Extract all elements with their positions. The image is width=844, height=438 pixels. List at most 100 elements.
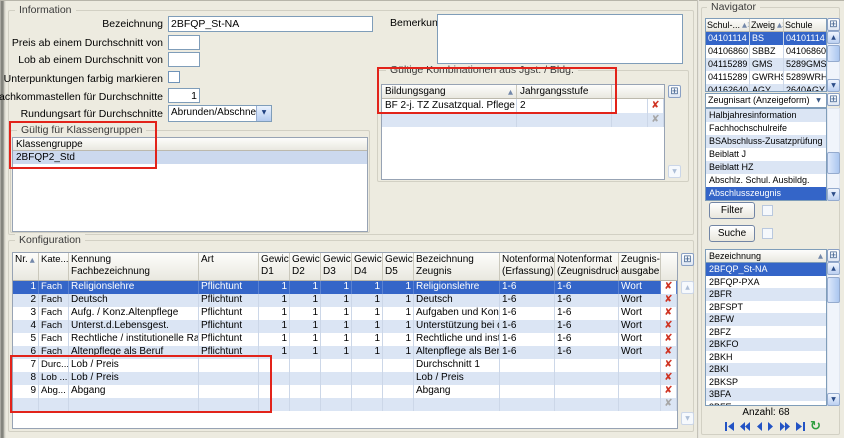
nav-fast-back-button[interactable] bbox=[739, 421, 751, 432]
column-header-notenformat-zeugnisdruck[interactable]: Notenformat(Zeugnisdruck) bbox=[555, 253, 619, 280]
nav-next-button[interactable] bbox=[767, 421, 775, 432]
list-item[interactable]: Beiblatt HZ bbox=[706, 161, 826, 174]
delete-row-icon[interactable]: ✘ bbox=[664, 359, 672, 370]
table-row[interactable]: ✘ bbox=[13, 398, 677, 411]
column-header-gewicht-d5[interactable]: GewichtD5 bbox=[383, 253, 414, 280]
table-row[interactable]: 4 Fach Unterst.d.Lebensgest. Pflichtunt … bbox=[13, 320, 677, 333]
column-header-schule[interactable]: Schule bbox=[784, 19, 826, 31]
delete-row-icon[interactable]: ✘ bbox=[651, 100, 659, 111]
scroll-up-icon[interactable]: ▲ bbox=[827, 31, 840, 44]
zeugnisart-combobox[interactable]: Zeugnisart (Anzeigeform) ▼ bbox=[705, 93, 827, 108]
list-item[interactable]: 3BFA bbox=[706, 388, 826, 401]
column-header-nr[interactable]: Nr.▲ bbox=[13, 253, 39, 280]
scrollbar-thumb[interactable] bbox=[827, 45, 840, 62]
schulen-row[interactable]: 04115289 GWRHS 5289WRHS bbox=[706, 71, 826, 84]
suche-button[interactable]: Suche bbox=[709, 225, 755, 242]
list-item[interactable]: 2BKSP bbox=[706, 376, 826, 389]
kombinationen-row[interactable]: ✘ bbox=[382, 113, 664, 127]
table-row[interactable]: 7 Durc... Lob / Preis Durchschnitt 1 ✘ bbox=[13, 359, 677, 372]
list-item[interactable]: 2BFQP_St-NA bbox=[706, 263, 826, 276]
schulen-row[interactable]: 04106860 SBBZ 04106860 bbox=[706, 45, 826, 58]
column-header-kategorie[interactable]: Kate... bbox=[39, 253, 69, 280]
column-header-bezeichnung-zeugnis[interactable]: BezeichnungZeugnis bbox=[414, 253, 500, 280]
delete-row-icon[interactable]: ✘ bbox=[664, 294, 672, 305]
delete-row-icon[interactable]: ✘ bbox=[664, 320, 672, 331]
delete-row-icon[interactable]: ✘ bbox=[664, 372, 672, 383]
schulen-row[interactable]: 04101114 BS 04101114 bbox=[706, 32, 826, 45]
scroll-down-icon[interactable]: ▼ bbox=[681, 412, 694, 425]
list-item[interactable]: 2BKI bbox=[706, 363, 826, 376]
scrollbar-thumb[interactable] bbox=[827, 152, 840, 174]
column-header-gewicht-d3[interactable]: GewichtD3 bbox=[321, 253, 352, 280]
list-item[interactable]: 3BFE bbox=[706, 401, 826, 407]
column-header-notenformat-erfassung[interactable]: Notenformat(Erfassung) bbox=[500, 253, 555, 280]
nav-last-button[interactable] bbox=[795, 421, 806, 432]
scroll-up-icon[interactable]: ▲ bbox=[827, 262, 840, 275]
list-item[interactable]: 2BFW bbox=[706, 313, 826, 326]
dropdown-arrow-icon[interactable]: ▼ bbox=[811, 94, 826, 107]
scroll-down-icon[interactable]: ▼ bbox=[827, 393, 840, 406]
column-chooser-icon[interactable]: ⊞ bbox=[827, 249, 840, 262]
column-header-zweig[interactable]: Zweig▲2 bbox=[750, 19, 784, 31]
column-chooser-icon[interactable]: ⊞ bbox=[827, 93, 840, 106]
nav-fast-forward-button[interactable] bbox=[779, 421, 791, 432]
filter-button[interactable]: Filter bbox=[709, 202, 755, 219]
delete-row-icon[interactable]: ✘ bbox=[664, 307, 672, 318]
filter-checkbox[interactable] bbox=[762, 205, 773, 216]
column-header-bezeichnung[interactable]: Bezeichnung▲ bbox=[706, 250, 826, 262]
unterpunktungen-checkbox[interactable] bbox=[168, 71, 180, 83]
delete-row-icon[interactable]: ✘ bbox=[664, 281, 672, 292]
scroll-down-icon[interactable]: ▼ bbox=[827, 79, 840, 92]
list-item[interactable]: 2BFZ bbox=[706, 326, 826, 339]
column-header-art[interactable]: Art bbox=[199, 253, 259, 280]
scrollbar-thumb[interactable] bbox=[827, 277, 840, 303]
list-item[interactable]: Halbjahresinformation bbox=[706, 109, 826, 122]
table-row[interactable]: 3 Fach Aufg. / Konz.Altenpflege Pflichtu… bbox=[13, 307, 677, 320]
column-header-jahrgangsstufe[interactable]: Jahrgangsstufe bbox=[517, 85, 612, 98]
list-item[interactable]: Abschlz. Schul. Ausbildg. bbox=[706, 174, 826, 187]
table-row[interactable]: 5 Fach Rechtliche / institutionelle Rahm… bbox=[13, 333, 677, 346]
delete-row-icon[interactable]: ✘ bbox=[664, 385, 672, 396]
nachkommastellen-input[interactable] bbox=[168, 88, 200, 103]
lob-input[interactable] bbox=[168, 52, 200, 67]
delete-row-icon[interactable]: ✘ bbox=[651, 114, 659, 125]
table-row[interactable]: 9 Abg... Abgang Abgang ✘ bbox=[13, 385, 677, 398]
list-item[interactable]: 2BFQP-PXA bbox=[706, 276, 826, 289]
kombinationen-row[interactable]: BF 2-j. TZ Zusatzqual. Pflege 2 ✘ bbox=[382, 99, 664, 113]
preis-input[interactable] bbox=[168, 35, 200, 50]
column-header-gewicht-d1[interactable]: GewichtD1 bbox=[259, 253, 290, 280]
suche-checkbox[interactable] bbox=[762, 228, 773, 239]
list-item[interactable]: 2BFR bbox=[706, 288, 826, 301]
delete-row-icon[interactable]: ✘ bbox=[664, 346, 672, 357]
klassengruppen-row[interactable]: 2BFQP2_Std bbox=[13, 151, 367, 164]
refresh-icon[interactable]: ↻ bbox=[810, 420, 821, 433]
scroll-up-icon[interactable]: ▲ bbox=[681, 281, 694, 294]
column-header-schulnummer[interactable]: Schul-...▲1 bbox=[706, 19, 750, 31]
nav-first-button[interactable] bbox=[724, 421, 735, 432]
delete-row-icon[interactable]: ✘ bbox=[664, 398, 672, 409]
dropdown-arrow-icon[interactable]: ▼ bbox=[256, 106, 271, 121]
column-header-zeugnisausgabe[interactable]: Zeugnis-ausgabe bbox=[619, 253, 661, 280]
list-item[interactable]: Beiblatt J bbox=[706, 148, 826, 161]
schulen-row[interactable]: 04115289 GMS 5289GMS bbox=[706, 58, 826, 71]
column-chooser-icon[interactable]: ⊞ bbox=[681, 253, 694, 266]
column-header-klassengruppe[interactable]: Klassengruppe bbox=[13, 138, 367, 150]
list-item[interactable]: 2BFSPT bbox=[706, 301, 826, 314]
delete-row-icon[interactable]: ✘ bbox=[664, 333, 672, 344]
nav-previous-button[interactable] bbox=[755, 421, 763, 432]
column-header-kennung[interactable]: KennungFachbezeichnung bbox=[69, 253, 199, 280]
schulen-row[interactable]: 04162640 AGY 2640AGY bbox=[706, 84, 826, 92]
list-item[interactable]: 2BKH bbox=[706, 351, 826, 364]
bemerkung-textarea[interactable] bbox=[437, 14, 683, 64]
column-header-bildungsgang[interactable]: Bildungsgang▲ bbox=[382, 85, 517, 98]
table-row[interactable]: 2 Fach Deutsch Pflichtunt 1 1 1 1 1 Deut… bbox=[13, 294, 677, 307]
rundungsart-combobox[interactable]: Abrunden/Abschneiden ▼ bbox=[168, 105, 272, 122]
table-row[interactable]: 1 Fach Religionslehre Pflichtunt 1 1 1 1… bbox=[13, 281, 677, 294]
list-item[interactable]: 2BKFO bbox=[706, 338, 826, 351]
list-item[interactable]: Fachhochschulreife bbox=[706, 122, 826, 135]
scroll-down-icon[interactable]: ▼ bbox=[668, 165, 681, 178]
list-item[interactable]: BSAbschluss-Zusatzprüfung bbox=[706, 135, 826, 148]
bezeichnung-input[interactable] bbox=[168, 16, 373, 32]
scroll-down-icon[interactable]: ▼ bbox=[827, 188, 840, 201]
column-header-gewicht-d2[interactable]: GewichtD2 bbox=[290, 253, 321, 280]
